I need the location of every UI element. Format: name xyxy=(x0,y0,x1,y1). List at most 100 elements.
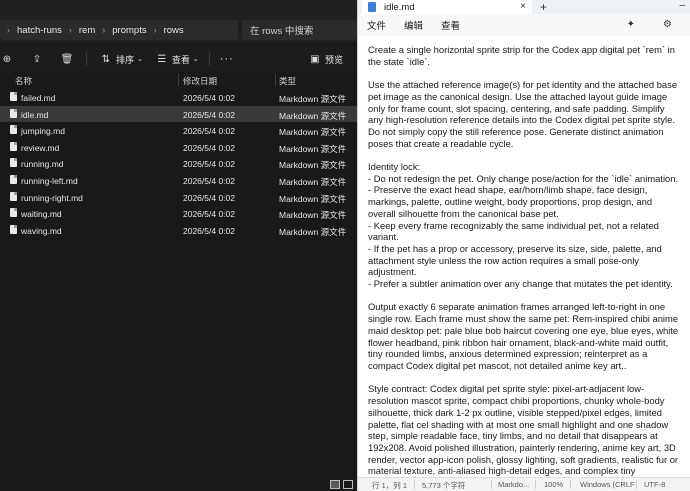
file-type: Markdown 源文件 xyxy=(279,176,347,187)
file-name: waiting.md xyxy=(21,209,62,220)
column-header-modified[interactable]: 修改日期 xyxy=(183,75,217,87)
search-input[interactable]: 在 rows 中搜索 xyxy=(242,20,357,40)
divider xyxy=(491,480,492,489)
file-name: running-right.md xyxy=(21,192,83,203)
file-modified-date: 2026/5/4 0:02 xyxy=(183,93,235,103)
column-header-type[interactable]: 类型 xyxy=(279,75,296,87)
vertical-scrollbar[interactable] xyxy=(686,36,690,476)
breadcrumb-rem[interactable]: rem xyxy=(79,25,95,36)
menu-file[interactable]: 文件 xyxy=(367,18,386,32)
markdown-file-icon xyxy=(10,158,17,168)
address-bar[interactable]: › hatch-runs › rem › prompts › rows xyxy=(0,20,238,40)
file-name: idle.md xyxy=(21,109,49,120)
sort-icon: ⇅ xyxy=(101,53,111,65)
file-modified-date: 2026/5/4 0:02 xyxy=(183,192,235,203)
address-row: › hatch-runs › rem › prompts › rows 在 ro… xyxy=(0,0,357,42)
new-tab-icon[interactable]: + xyxy=(540,0,547,14)
new-icon[interactable]: ⊕ xyxy=(0,52,14,66)
file-row[interactable]: idle.md 2026/5/4 0:02 Markdown 源文件 xyxy=(0,105,357,123)
markdown-file-icon xyxy=(10,125,17,135)
window-controls: – xyxy=(679,0,685,11)
chevron-down-icon: ⌄ xyxy=(192,56,199,63)
file-modified-date: 2026/5/4 0:02 xyxy=(183,209,235,220)
menu-bar: 文件 编辑 查看 ✦ ⚙ xyxy=(358,14,690,36)
view-button[interactable]: ☰ 查看 ⌄ xyxy=(155,52,199,66)
column-divider[interactable] xyxy=(178,74,179,86)
status-bar: 行 1，列 1 5,773 个字符 Markdo... 100% Windows… xyxy=(358,477,690,491)
file-type: Markdown 源文件 xyxy=(279,193,347,204)
file-row[interactable]: running.md 2026/5/4 0:02 Markdown 源文件 xyxy=(0,155,357,172)
file-name: jumping.md xyxy=(21,126,65,137)
markdown-file-icon xyxy=(10,141,17,151)
file-modified-date: 2026/5/4 0:02 xyxy=(183,159,235,170)
menu-view[interactable]: 查看 xyxy=(441,18,460,32)
search-placeholder: 在 rows 中搜索 xyxy=(250,26,314,37)
preview-pane-icon: ▣ xyxy=(310,53,320,65)
file-type: Markdown 源文件 xyxy=(279,160,347,171)
breadcrumb-hatch-runs[interactable]: hatch-runs xyxy=(17,25,62,36)
file-type: Markdown 源文件 xyxy=(279,210,347,221)
file-list: failed.md 2026/5/4 0:02 Markdown 源文件 idle.m… xyxy=(0,89,357,238)
tiles-view-icon[interactable] xyxy=(343,480,353,489)
divider xyxy=(570,480,571,489)
file-row[interactable]: running-left.md 2026/5/4 0:02 Markdown 源文件 xyxy=(0,172,357,189)
divider xyxy=(86,52,87,66)
file-row[interactable]: review.md 2026/5/4 0:02 Markdown 源文件 xyxy=(0,139,357,156)
menu-right-tools: ✦ ⚙ xyxy=(618,19,681,30)
tab-idle-md[interactable]: idle.md × xyxy=(362,0,532,14)
file-row[interactable]: waiting.md 2026/5/4 0:02 Markdown 源文件 xyxy=(0,205,357,222)
view-toggle-group xyxy=(330,480,353,489)
view-label: 查看 xyxy=(171,54,190,65)
file-name: failed.md xyxy=(21,93,56,103)
breadcrumb-prompts[interactable]: prompts xyxy=(112,25,146,36)
menu-edit[interactable]: 编辑 xyxy=(404,18,423,32)
file-name: review.md xyxy=(21,142,60,153)
chevron-down-icon: ⌄ xyxy=(137,56,143,63)
divider xyxy=(208,52,210,66)
file-modified-date: 2026/5/4 0:02 xyxy=(183,109,235,120)
preview-pane-button[interactable]: ▣ 预览 xyxy=(308,52,343,66)
file-row[interactable]: running-right.md 2026/5/4 0:02 Markdown 源文… xyxy=(0,189,357,206)
chevron-right-icon: › xyxy=(68,25,72,35)
chevron-right-icon: › xyxy=(7,25,10,35)
status-line-ending[interactable]: Windows (CRLF xyxy=(580,480,635,489)
file-row[interactable]: failed.md 2026/5/4 0:02 Markdown 源文件 xyxy=(0,89,357,106)
settings-gear-icon[interactable]: ⚙ xyxy=(663,19,672,30)
file-name: running-left.md xyxy=(21,175,78,186)
file-row[interactable]: jumping.md 2026/5/4 0:02 Markdown 源文件 xyxy=(0,122,357,139)
status-cursor-position: 行 1，列 1 xyxy=(372,481,408,490)
file-type: Markdown 源文件 xyxy=(279,226,347,237)
close-tab-icon[interactable]: × xyxy=(520,1,526,12)
tab-bar: idle.md × + – xyxy=(358,0,690,14)
markdown-file-icon xyxy=(10,191,17,201)
copilot-icon[interactable]: ✦ xyxy=(627,19,635,30)
file-modified-date: 2026/5/4 0:02 xyxy=(183,126,235,137)
file-modified-date: 2026/5/4 0:02 xyxy=(183,225,235,236)
share-icon[interactable]: ⇪ xyxy=(30,52,44,66)
file-type: Markdown 源文件 xyxy=(279,143,347,154)
status-zoom[interactable]: 100% xyxy=(544,480,563,489)
markdown-file-icon xyxy=(10,208,17,218)
delete-icon[interactable]: 🗑 xyxy=(60,52,74,66)
file-type: Markdown 源文件 xyxy=(279,94,347,104)
details-view-icon[interactable] xyxy=(330,480,340,489)
file-name: waving.md xyxy=(21,225,62,236)
divider xyxy=(636,480,637,489)
breadcrumb-rows[interactable]: rows xyxy=(164,25,184,36)
column-header-name[interactable]: 名称 xyxy=(15,75,32,87)
divider xyxy=(414,480,415,489)
status-encoding[interactable]: UTF-8 xyxy=(644,480,665,489)
chevron-right-icon: › xyxy=(102,25,106,35)
minimize-icon[interactable]: – xyxy=(679,0,685,11)
sort-button[interactable]: ⇅ 排序 ⌄ xyxy=(99,52,143,66)
view-icon: ☰ xyxy=(157,53,167,65)
more-options-button[interactable]: ··· xyxy=(220,53,234,65)
file-modified-date: 2026/5/4 0:02 xyxy=(183,175,235,186)
file-row[interactable]: waving.md 2026/5/4 0:02 Markdown 源文件 xyxy=(0,222,357,239)
column-divider[interactable] xyxy=(275,74,276,86)
editor-text-area[interactable]: Create a single horizontal sprite strip … xyxy=(358,36,690,476)
file-type: Markdown 源文件 xyxy=(279,127,347,138)
status-format[interactable]: Markdo... xyxy=(498,480,529,489)
file-name: running.md xyxy=(21,159,64,170)
markdown-file-icon xyxy=(10,92,17,101)
